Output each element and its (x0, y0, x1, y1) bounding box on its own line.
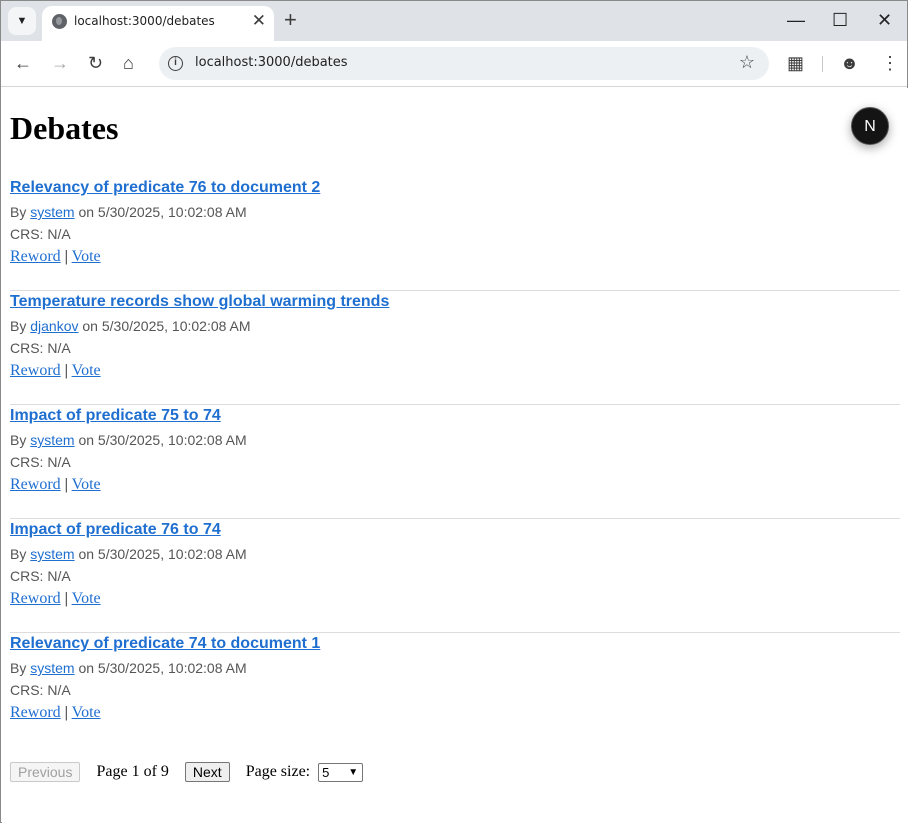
toolbar-divider (822, 56, 823, 72)
vote-link[interactable]: Vote (72, 362, 101, 379)
tab-title: localhost:3000/debates (74, 14, 215, 28)
debate-meta: By djankov on 5/30/2025, 10:02:08 AM (10, 318, 251, 334)
crs-value: CRS: N/A (10, 226, 71, 242)
pagination: Previous Page 1 of 9 Next Page size: 5 ▼ (10, 762, 364, 782)
reword-link[interactable]: Reword (10, 476, 61, 493)
window-close-icon[interactable]: ✕ (877, 9, 892, 31)
list-item: Temperature records show global warming … (10, 291, 900, 405)
puzzle-icon[interactable]: ▦ (787, 52, 804, 74)
url-text[interactable]: localhost:3000/debates (195, 55, 348, 70)
crs-value: CRS: N/A (10, 682, 71, 698)
debate-title-link[interactable]: Impact of predicate 75 to 74 (10, 407, 221, 425)
by-label: By (10, 318, 27, 334)
debate-actions: Reword | Vote (10, 590, 101, 608)
action-separator: | (64, 248, 68, 265)
page-size-value: 5 (322, 764, 330, 780)
list-item: Impact of predicate 75 to 74 By system o… (10, 405, 900, 519)
by-label: By (10, 660, 27, 676)
crs-value: CRS: N/A (10, 568, 71, 584)
author-link[interactable]: system (30, 204, 74, 220)
nextjs-badge[interactable]: N (851, 107, 889, 145)
timestamp: on 5/30/2025, 10:02:08 AM (78, 660, 247, 676)
browser-tab[interactable]: localhost:3000/debates ✕ (42, 6, 274, 41)
next-button[interactable]: Next (184, 762, 230, 782)
new-tab-icon[interactable]: + (284, 9, 297, 31)
info-icon[interactable]: i (168, 56, 183, 71)
debate-meta: By system on 5/30/2025, 10:02:08 AM (10, 546, 247, 562)
debate-actions: Reword | Vote (10, 362, 101, 380)
action-separator: | (64, 476, 68, 493)
list-item: Relevancy of predicate 76 to document 2 … (10, 177, 900, 291)
browser-window: ▼ localhost:3000/debates ✕ + — ☐ ✕ ← → ↻… (0, 0, 908, 823)
action-separator: | (64, 704, 68, 721)
author-link[interactable]: system (30, 432, 74, 448)
vote-link[interactable]: Vote (72, 476, 101, 493)
action-separator: | (64, 362, 68, 379)
debate-meta: By system on 5/30/2025, 10:02:08 AM (10, 204, 247, 220)
by-label: By (10, 204, 27, 220)
list-item: Relevancy of predicate 74 to document 1 … (10, 633, 900, 747)
kebab-menu-icon[interactable]: ⋮ (881, 52, 899, 74)
debate-actions: Reword | Vote (10, 476, 101, 494)
close-icon[interactable]: ✕ (252, 11, 266, 31)
page-title: Debates (10, 110, 119, 146)
previous-button[interactable]: Previous (10, 762, 81, 782)
debate-title-link[interactable]: Temperature records show global warming … (10, 293, 389, 311)
globe-icon (52, 14, 67, 29)
list-item: Impact of predicate 76 to 74 By system o… (10, 519, 900, 633)
home-icon[interactable]: ⌂ (123, 52, 134, 74)
debate-title-link[interactable]: Relevancy of predicate 76 to document 2 (10, 179, 320, 197)
maximize-icon[interactable]: ☐ (832, 9, 848, 31)
minimize-icon[interactable]: — (787, 9, 805, 31)
forward-arrow-icon[interactable]: → (51, 52, 69, 74)
reword-link[interactable]: Reword (10, 590, 61, 607)
chevron-down-icon[interactable]: ▼ (8, 7, 36, 35)
author-link[interactable]: system (30, 546, 74, 562)
vote-link[interactable]: Vote (72, 248, 101, 265)
vote-link[interactable]: Vote (72, 590, 101, 607)
timestamp: on 5/30/2025, 10:02:08 AM (78, 432, 247, 448)
tab-strip: ▼ localhost:3000/debates ✕ + — ☐ ✕ (1, 1, 907, 41)
page-content: Debates N Relevancy of predicate 76 to d… (2, 88, 908, 823)
page-size-select[interactable]: 5 ▼ (318, 762, 364, 782)
profile-icon[interactable]: ☻ (840, 52, 859, 74)
action-separator: | (64, 590, 68, 607)
debate-actions: Reword | Vote (10, 248, 101, 266)
timestamp: on 5/30/2025, 10:02:08 AM (78, 204, 247, 220)
debate-list: Relevancy of predicate 76 to document 2 … (10, 177, 900, 747)
browser-toolbar: ← → ↻ ⌂ i localhost:3000/debates ☆ ▦ ☻ ⋮ (1, 41, 907, 87)
reword-link[interactable]: Reword (10, 362, 61, 379)
debate-title-link[interactable]: Impact of predicate 76 to 74 (10, 521, 221, 539)
debate-title-link[interactable]: Relevancy of predicate 74 to document 1 (10, 635, 320, 653)
debate-meta: By system on 5/30/2025, 10:02:08 AM (10, 432, 247, 448)
back-arrow-icon[interactable]: ← (14, 52, 32, 74)
address-bar[interactable]: i localhost:3000/debates ☆ (159, 47, 769, 80)
debate-meta: By system on 5/30/2025, 10:02:08 AM (10, 660, 247, 676)
debate-actions: Reword | Vote (10, 704, 101, 722)
timestamp: on 5/30/2025, 10:02:08 AM (82, 318, 251, 334)
page-size-label: Page size: (245, 763, 311, 780)
star-icon[interactable]: ☆ (739, 52, 755, 73)
chevron-down-icon: ▼ (348, 766, 359, 778)
timestamp: on 5/30/2025, 10:02:08 AM (78, 546, 247, 562)
reword-link[interactable]: Reword (10, 248, 61, 265)
reload-icon[interactable]: ↻ (88, 52, 103, 74)
author-link[interactable]: djankov (30, 318, 78, 334)
by-label: By (10, 546, 27, 562)
crs-value: CRS: N/A (10, 340, 71, 356)
reword-link[interactable]: Reword (10, 704, 61, 721)
by-label: By (10, 432, 27, 448)
crs-value: CRS: N/A (10, 454, 71, 470)
vote-link[interactable]: Vote (72, 704, 101, 721)
author-link[interactable]: system (30, 660, 74, 676)
page-info: Page 1 of 9 (96, 763, 169, 780)
